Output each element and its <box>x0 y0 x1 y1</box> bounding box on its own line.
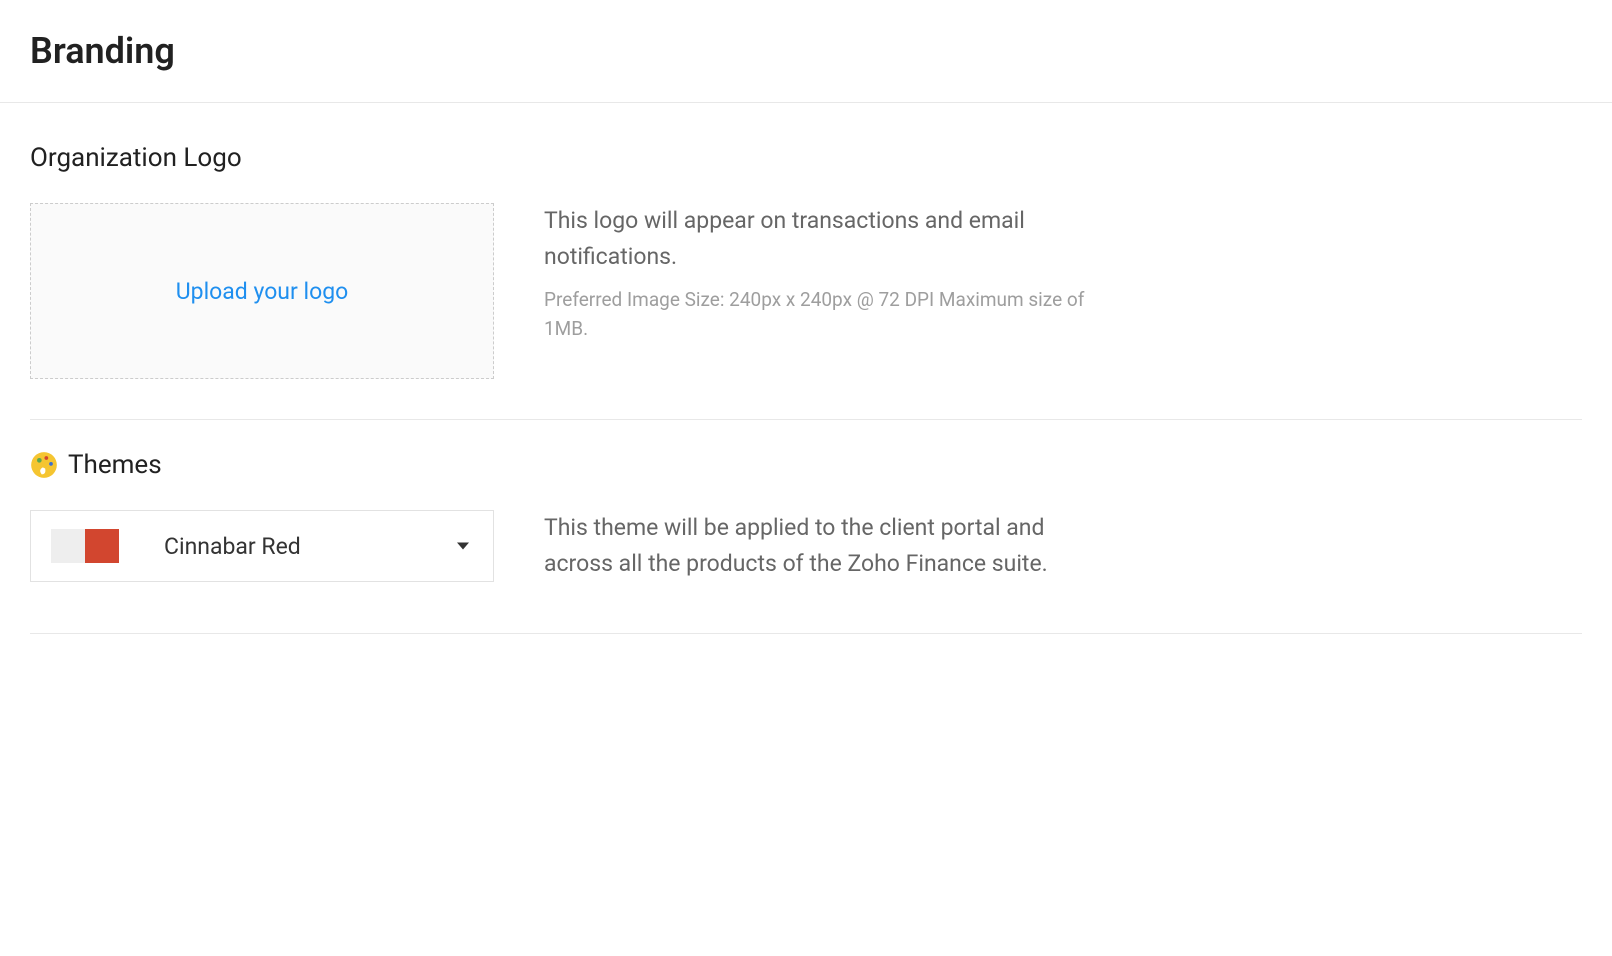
content-area: Organization Logo Upload your logo This … <box>0 103 1612 634</box>
logo-section-body: Upload your logo This logo will appear o… <box>30 203 1582 379</box>
theme-dropdown[interactable]: Cinnabar Red <box>30 510 494 582</box>
themes-section: Themes Cinnabar Red This theme will be a… <box>30 420 1582 634</box>
organization-logo-title: Organization Logo <box>30 143 1582 173</box>
logo-size-hint: Preferred Image Size: 240px x 240px @ 72… <box>544 286 1104 343</box>
selected-theme-label: Cinnabar Red <box>164 533 301 560</box>
theme-swatch-pair <box>51 529 119 563</box>
theme-description-column: This theme will be applied to the client… <box>544 510 1104 593</box>
palette-icon <box>30 451 58 479</box>
logo-upload-dropzone[interactable]: Upload your logo <box>30 203 494 379</box>
themes-title: Themes <box>68 450 162 480</box>
theme-swatch-light <box>51 529 85 563</box>
logo-description-column: This logo will appear on transactions an… <box>544 203 1104 343</box>
themes-section-body: Cinnabar Red This theme will be applied … <box>30 510 1582 593</box>
themes-title-row: Themes <box>30 450 1582 480</box>
upload-logo-link[interactable]: Upload your logo <box>176 278 348 305</box>
page-header: Branding <box>0 0 1612 103</box>
logo-description: This logo will appear on transactions an… <box>544 203 1104 274</box>
theme-description: This theme will be applied to the client… <box>544 510 1104 581</box>
organization-logo-section: Organization Logo Upload your logo This … <box>30 133 1582 420</box>
page-title: Branding <box>30 30 1582 72</box>
chevron-down-icon <box>457 543 469 550</box>
theme-swatch-accent <box>85 529 119 563</box>
